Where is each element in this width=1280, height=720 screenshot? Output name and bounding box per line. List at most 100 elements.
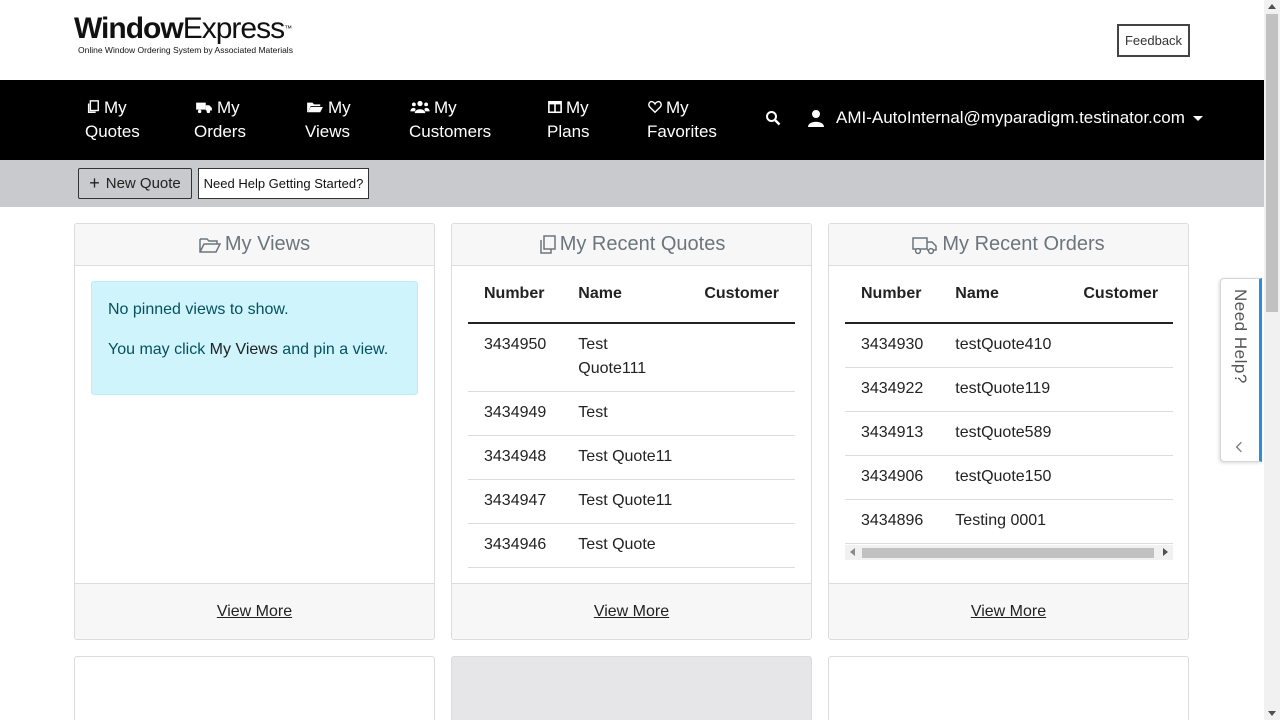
nav-my-plans[interactable]: My Plans [547, 96, 590, 144]
user-icon [808, 110, 824, 127]
logo-trademark: ™ [284, 24, 293, 33]
dashboard-card-row2-3 [828, 656, 1189, 720]
truck-icon [196, 102, 212, 114]
column-header-name[interactable]: Name [562, 266, 689, 324]
card-footer: View More [829, 583, 1188, 639]
logo-light-text: Express [182, 12, 285, 45]
card-title: My Views [224, 233, 311, 255]
order-name: testQuote410 [939, 323, 1068, 368]
scroll-left-arrow-icon[interactable] [850, 548, 855, 556]
need-help-side-tab[interactable]: Need Help? [1220, 278, 1262, 462]
column-header-customer[interactable]: Customer [688, 266, 795, 324]
view-more-link[interactable]: View More [594, 603, 669, 621]
my-views-link[interactable]: My Views [210, 341, 278, 358]
table-row[interactable]: 3434948 Test Quote11 [468, 435, 795, 480]
quote-name: Test [562, 391, 689, 436]
nav-my-quotes[interactable]: My Quotes [85, 96, 140, 144]
table-row[interactable]: 3434922 testQuote119 [845, 367, 1173, 412]
quote-customer [688, 391, 795, 436]
folder-open-icon [199, 237, 221, 253]
order-name: testQuote589 [939, 411, 1068, 456]
column-header-customer[interactable]: Customer [1067, 266, 1173, 324]
table-row[interactable]: 3434947 Test Quote11 [468, 479, 795, 524]
card-header: My Recent Quotes [452, 224, 811, 266]
top-header: WindowExpress™ Online Window Ordering Sy… [0, 0, 1264, 80]
logo-tagline: Online Window Ordering System by Associa… [78, 45, 293, 55]
nav-label-line2: Quotes [85, 122, 140, 141]
nav-label-line1: My [104, 98, 127, 117]
scroll-up-arrow-icon[interactable] [1268, 4, 1276, 9]
alert-text: and pin a view. [277, 341, 389, 358]
table-row[interactable]: 3434950 Test Quote111 [468, 323, 795, 392]
logo-bold-text: Window [74, 12, 184, 45]
quote-customer [688, 523, 795, 568]
no-views-alert: No pinned views to show. You may click M… [91, 281, 418, 395]
order-number[interactable]: 3434906 [845, 455, 940, 500]
alert-message: No pinned views to show. [108, 301, 289, 318]
user-menu-dropdown[interactable]: AMI-AutoInternal@myparadigm.testinator.c… [808, 108, 1203, 128]
recent-quotes-card: My Recent Quotes Number Name Customer 34… [451, 223, 812, 640]
copy-icon [87, 100, 99, 113]
column-header-name[interactable]: Name [939, 266, 1068, 324]
quote-number[interactable]: 3434948 [468, 435, 563, 480]
card-title: My Recent Orders [942, 233, 1105, 255]
view-more-link[interactable]: View More [971, 603, 1046, 621]
order-number[interactable]: 3434913 [845, 411, 940, 456]
table-header-row: Number Name Customer [845, 266, 1173, 324]
nav-label-line2: Customers [409, 122, 492, 141]
order-customer [1067, 367, 1173, 412]
order-number[interactable]: 3434896 [845, 499, 940, 544]
orders-horizontal-scrollbar[interactable] [845, 545, 1173, 560]
scroll-down-arrow-icon[interactable] [1268, 711, 1276, 716]
caret-down-icon [1192, 115, 1203, 121]
order-name: testQuote119 [939, 367, 1068, 412]
table-row[interactable]: 3434949 Test [468, 391, 795, 436]
new-quote-button[interactable]: + New Quote [78, 168, 192, 199]
quote-number[interactable]: 3434949 [468, 391, 563, 436]
nav-my-customers[interactable]: My Customers [409, 96, 491, 144]
quote-name: Test Quote11 [562, 479, 689, 524]
orders-table-scroll-container[interactable]: Number Name Customer 3434930 testQuote41… [845, 266, 1173, 556]
table-row[interactable]: 3434930 testQuote410 [845, 323, 1173, 368]
nav-my-views[interactable]: My Views [305, 96, 351, 144]
table-row[interactable]: 3434896 Testing 0001 [845, 499, 1173, 544]
card-header: My Views [75, 224, 434, 266]
new-quote-label: New Quote [105, 175, 181, 192]
quote-number[interactable]: 3434947 [468, 479, 563, 524]
view-more-link[interactable]: View More [217, 603, 292, 621]
table-row[interactable]: 3434946 Test Quote [468, 523, 795, 568]
nav-search-button[interactable] [765, 110, 781, 131]
order-customer [1067, 411, 1173, 456]
card-title: My Recent Quotes [559, 233, 726, 255]
quote-number[interactable]: 3434950 [468, 323, 563, 392]
column-header-number[interactable]: Number [468, 266, 563, 324]
nav-my-favorites[interactable]: My Favorites [647, 96, 717, 144]
chevron-left-icon [1235, 441, 1242, 453]
nav-label-line1: My [566, 98, 589, 117]
recent-orders-table: Number Name Customer 3434930 testQuote41… [845, 266, 1173, 544]
recent-quotes-table: Number Name Customer 3434950 Test Quote11… [468, 266, 795, 568]
window-express-logo[interactable]: WindowExpress™ Online Window Ordering Sy… [74, 12, 293, 56]
dashboard-card-row2-1 [74, 656, 435, 720]
column-header-number[interactable]: Number [845, 266, 940, 324]
table-row[interactable]: 3434906 testQuote150 [845, 455, 1173, 500]
order-number[interactable]: 3434930 [845, 323, 940, 368]
quote-customer [688, 479, 795, 524]
scrollbar-thumb[interactable] [862, 548, 1154, 558]
user-email: AMI-AutoInternal@myparadigm.testinator.c… [836, 108, 1185, 127]
search-icon [766, 111, 781, 126]
quote-number[interactable]: 3434946 [468, 523, 563, 568]
order-number[interactable]: 3434922 [845, 367, 940, 412]
quote-name: Test Quote111 [562, 323, 689, 392]
folder-open-icon [307, 102, 323, 113]
feedback-button[interactable]: Feedback [1117, 24, 1190, 57]
nav-label-line2: Views [305, 122, 351, 141]
scroll-right-arrow-icon[interactable] [1163, 548, 1168, 556]
scrollbar-thumb[interactable] [1266, 14, 1278, 312]
need-help-getting-started-button[interactable]: Need Help Getting Started? [198, 168, 369, 199]
nav-my-orders[interactable]: My Orders [194, 96, 246, 144]
alert-text: You may click [108, 341, 210, 358]
page-vertical-scrollbar[interactable] [1264, 0, 1280, 720]
table-row[interactable]: 3434913 testQuote589 [845, 411, 1173, 456]
nav-label-line2: Favorites [647, 122, 717, 141]
